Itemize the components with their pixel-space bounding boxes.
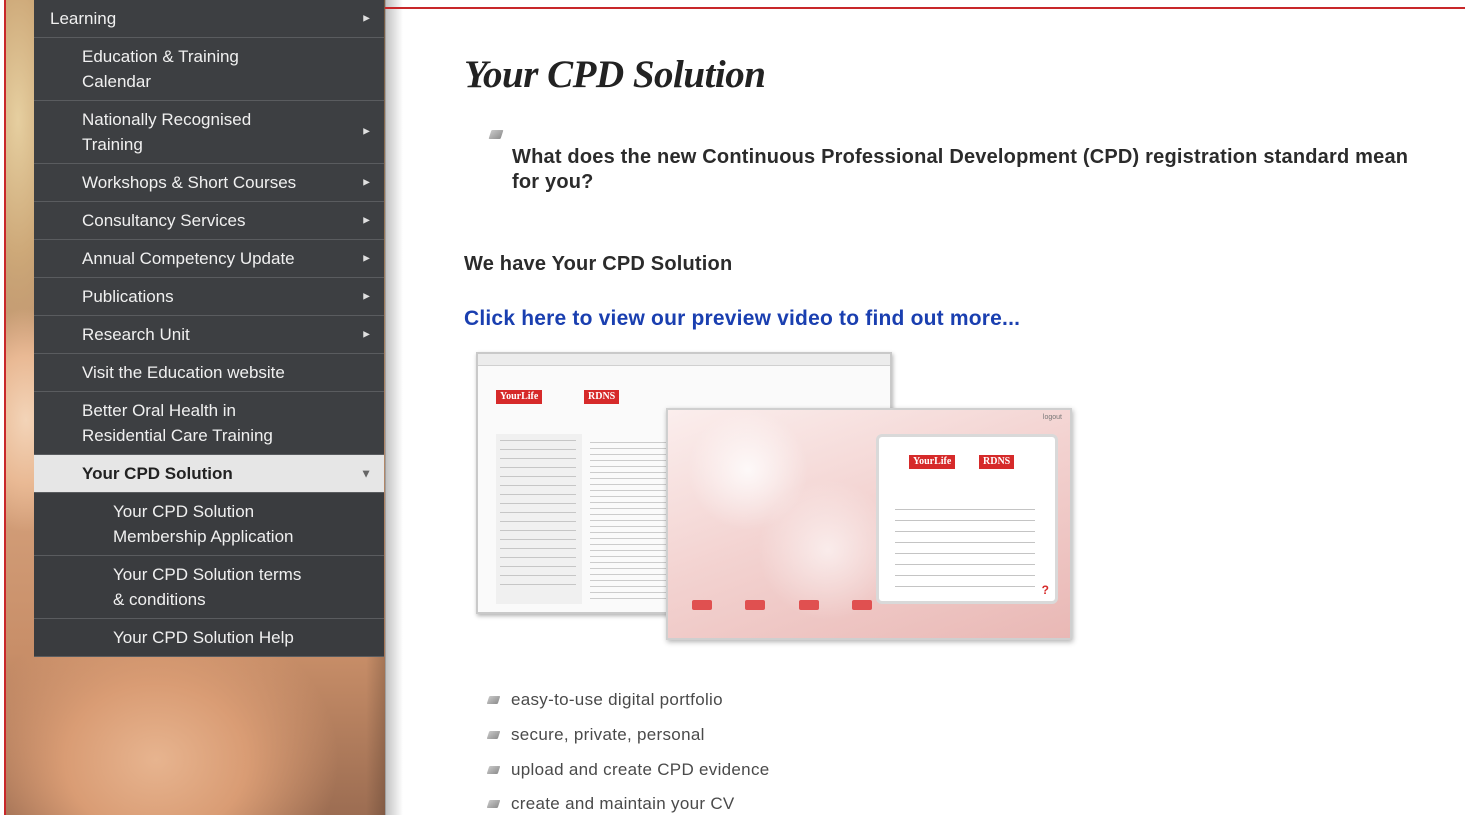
chevron-right-icon: ►: [361, 290, 372, 302]
feature-text: easy-to-use digital portfolio: [511, 690, 723, 710]
feature-text: upload and create CPD evidence: [511, 759, 770, 779]
preview-logout: logout: [1042, 414, 1062, 421]
tools-icon: [798, 600, 819, 610]
bullet-icon: [488, 130, 504, 139]
sidebar-item-label: Learning: [50, 9, 117, 28]
sidebar-item-label: Visit the Education website: [82, 363, 285, 382]
cpd-question: What does the new Continuous Professiona…: [512, 146, 1409, 193]
chevron-right-icon: ►: [361, 328, 372, 340]
sidebar-item-label: Your CPD Solution terms & conditions: [113, 565, 302, 609]
sidebar-item-your-cpd-solution-help[interactable]: Your CPD Solution Help: [34, 619, 384, 657]
yourlife-logo: YourLife: [909, 455, 956, 469]
sidebar-nav: Learning ► Education & Training Calendar Na…: [34, 0, 384, 657]
sidebar-item-learning[interactable]: Learning ►: [34, 0, 384, 38]
sidebar-item-publications[interactable]: Publications ►: [34, 278, 384, 316]
chevron-right-icon: ►: [361, 12, 372, 24]
preview-panel: YourLife RDNS ?: [876, 434, 1058, 604]
sidebar-item-label: Education & Training Calendar: [82, 47, 239, 91]
feature-text: create and maintain your CV: [511, 794, 735, 814]
sidebar-item-workshops-short-courses[interactable]: Workshops & Short Courses ►: [34, 164, 384, 202]
sidebar-item-your-cpd-solution-terms-conditions[interactable]: Your CPD Solution terms & conditions: [34, 556, 384, 619]
sidebar-item-label: Your CPD Solution Membership Application: [113, 502, 294, 546]
page-title: Your CPD Solution: [464, 53, 766, 96]
sidebar-item-label: Annual Competency Update: [82, 249, 295, 268]
chevron-right-icon: ►: [361, 214, 372, 226]
sidebar-item-label: Research Unit: [82, 325, 190, 344]
chevron-right-icon: ►: [361, 176, 372, 188]
sidebar-item-label: Your CPD Solution: [82, 464, 233, 483]
chevron-right-icon: ►: [361, 125, 372, 138]
sidebar-item-your-cpd-solution[interactable]: Your CPD Solution ▼: [34, 455, 384, 493]
bullet-icon: [486, 696, 501, 705]
bullet-icon: [486, 731, 501, 740]
bullet-icon: [486, 765, 501, 774]
frame-top-border: [385, 7, 1465, 9]
preview-button-row: [692, 600, 872, 610]
preview-activity-lines: [895, 509, 1035, 589]
sidebar-shadow: [385, 0, 403, 815]
sidebar-item-nationally-recognised-training[interactable]: Nationally Recognised Training ►: [34, 101, 384, 164]
chevron-right-icon: ►: [361, 252, 372, 264]
yourlife-logo: YourLife: [496, 390, 543, 404]
sidebar-item-label: Publications: [82, 287, 174, 306]
preview-video-link[interactable]: Click here to view our preview video to …: [464, 307, 1020, 331]
sidebar-item-better-oral-health-in-residential-care-training[interactable]: Better Oral Health in Residential Care T…: [34, 392, 384, 455]
sidebar-item-education-training-calendar[interactable]: Education & Training Calendar: [34, 38, 384, 101]
bullet-icon: [486, 800, 501, 809]
sidebar-item-label: Workshops & Short Courses: [82, 173, 297, 192]
preview-tabbar: [478, 354, 890, 366]
section-subhead: We have Your CPD Solution: [464, 253, 733, 275]
chevron-down-icon: ▼: [360, 466, 372, 480]
list-item: easy-to-use digital portfolio: [486, 683, 770, 718]
list-item: create and maintain your CV: [486, 787, 770, 815]
sidebar-item-label: Your CPD Solution Help: [113, 628, 294, 647]
rdns-logo: RDNS: [979, 455, 1015, 469]
portfolio-preview-image[interactable]: YourLife RDNS logout YourLife RDNS ?: [476, 352, 1076, 644]
help-icon: ?: [1041, 583, 1049, 597]
sidebar-item-label: Nationally Recognised Training: [82, 110, 252, 154]
sidebar-item-consultancy-services[interactable]: Consultancy Services ►: [34, 202, 384, 240]
sidebar-item-visit-the-education-website[interactable]: Visit the Education website: [34, 354, 384, 392]
view-icon: [745, 600, 766, 610]
preview-sidebar: [496, 434, 582, 604]
sidebar-item-label: Consultancy Services: [82, 211, 246, 230]
feature-text: secure, private, personal: [511, 725, 705, 745]
list-item: upload and create CPD evidence: [486, 752, 770, 787]
list-item: secure, private, personal: [486, 718, 770, 753]
sidebar-item-research-unit[interactable]: Research Unit ►: [34, 316, 384, 354]
upload-icon: [851, 600, 872, 610]
sidebar-item-your-cpd-solution-membership-application[interactable]: Your CPD Solution Membership Application: [34, 493, 384, 556]
preview-window-front: logout YourLife RDNS ?: [666, 408, 1072, 640]
create-icon: [692, 600, 712, 610]
rdns-logo: RDNS: [584, 390, 620, 404]
sidebar-item-annual-competency-update[interactable]: Annual Competency Update ►: [34, 240, 384, 278]
sidebar-item-label: Better Oral Health in Residential Care T…: [82, 401, 273, 445]
features-list: easy-to-use digital portfolio secure, pr…: [486, 683, 770, 815]
